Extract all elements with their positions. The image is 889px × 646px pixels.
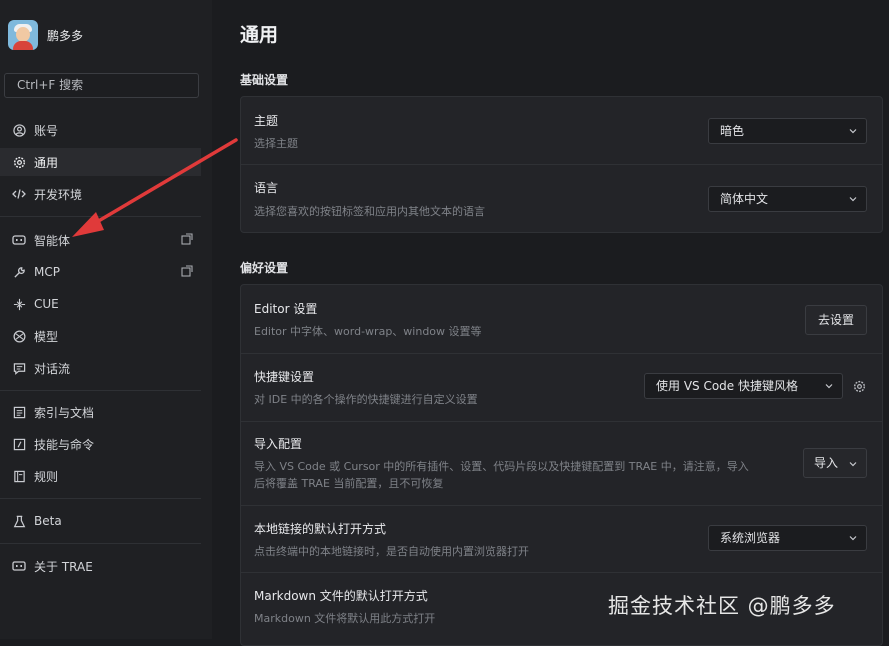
watermark: 掘金技术社区 @鹏多多 <box>608 594 836 618</box>
annotation-arrow <box>72 138 238 237</box>
